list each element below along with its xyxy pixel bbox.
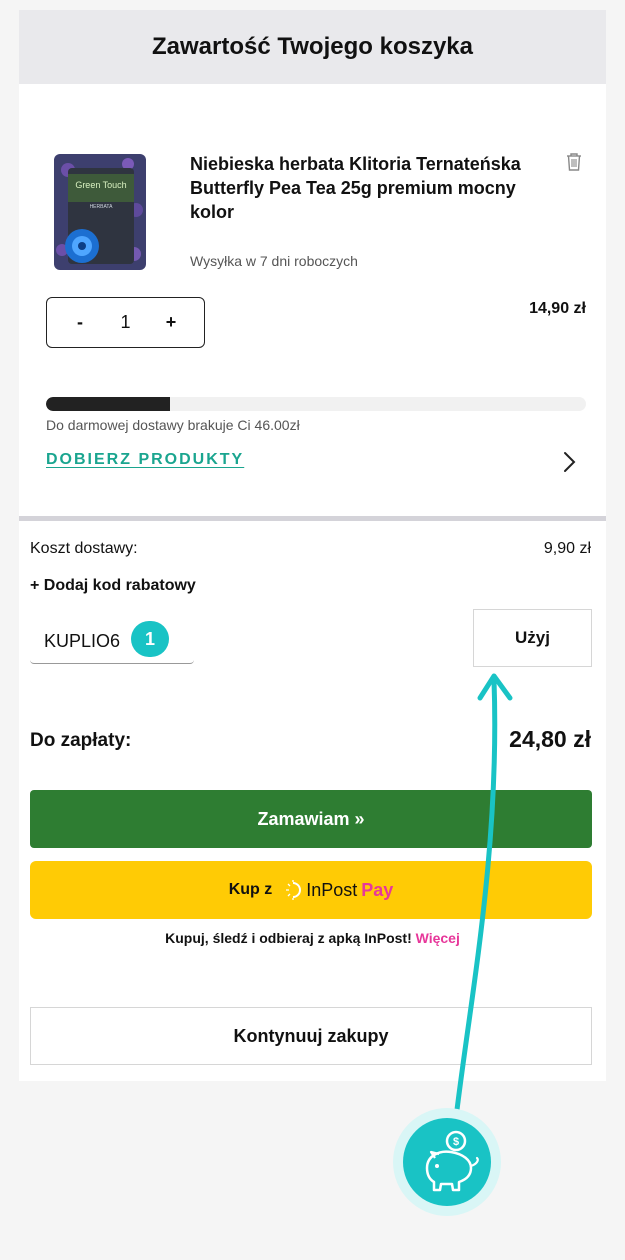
qty-increase-button[interactable]: + <box>162 312 180 333</box>
cart-panel: Zawartość Twojego koszyka Green Touch HE… <box>19 10 606 1081</box>
shipping-time: Wysyłka w 7 dni roboczych <box>190 253 358 269</box>
inpost-note: Kupuj, śledź i odbieraj z apką InPost! W… <box>19 930 606 946</box>
free-shipping-progress-fill <box>46 397 171 411</box>
total-label: Do zapłaty: <box>30 730 132 751</box>
product-price: 14,90 zł <box>529 300 586 317</box>
page-title: Zawartość Twojego koszyka <box>152 33 473 60</box>
free-shipping-progress <box>46 397 586 411</box>
inpost-pay-logo: InPost Pay <box>284 880 393 901</box>
product-image-sublabel: HERBATA <box>90 204 114 210</box>
trash-icon[interactable] <box>565 152 583 172</box>
inpost-prefix: Kup z <box>228 881 273 898</box>
add-discount-code-toggle[interactable]: + Dodaj kod rabatowy <box>30 577 196 595</box>
svg-text:$: $ <box>453 1136 459 1148</box>
section-divider <box>19 516 606 521</box>
apply-code-button[interactable]: Użyj <box>473 609 592 667</box>
shipping-cost-value: 9,90 zł <box>543 540 591 557</box>
pick-products-link[interactable]: DOBIERZ PRODUKTY <box>46 451 244 469</box>
inpost-pay-button[interactable]: Kup z InPost Pay <box>30 861 592 919</box>
inpost-brand-pay: Pay <box>361 879 394 900</box>
inpost-sun-icon <box>286 880 302 900</box>
shipping-cost-label: Koszt dostawy: <box>30 540 138 557</box>
chevron-right-icon[interactable] <box>559 450 579 474</box>
qty-value[interactable]: 1 <box>120 312 130 333</box>
inpost-note-text: Kupuj, śledź i odbieraj z apką InPost! <box>165 930 416 946</box>
order-button[interactable]: Zamawiam » <box>30 790 592 848</box>
inpost-more-link[interactable]: Więcej <box>416 930 460 946</box>
product-image-label: Green Touch <box>75 180 126 190</box>
product-image[interactable]: Green Touch HERBATA <box>48 150 150 274</box>
free-shipping-text: Do darmowej dostawy brakuje Ci 46.00zł <box>46 417 300 433</box>
total-value: 24,80 zł <box>509 726 591 752</box>
step-badge: 1 <box>131 621 169 657</box>
discount-code-input[interactable]: KUPLIO6 <box>30 620 194 664</box>
product-title[interactable]: Niebieska herbata Klitoria Ternateńska B… <box>190 152 550 224</box>
continue-shopping-button[interactable]: Kontynuuj zakupy <box>30 1007 592 1065</box>
qty-decrease-button[interactable]: - <box>71 312 89 333</box>
piggy-bank-icon: $ <box>393 1108 501 1216</box>
inpost-brand-in: InPost <box>306 879 358 900</box>
cart-header: Zawartość Twojego koszyka <box>19 10 606 84</box>
quantity-stepper: - 1 + <box>46 297 205 348</box>
